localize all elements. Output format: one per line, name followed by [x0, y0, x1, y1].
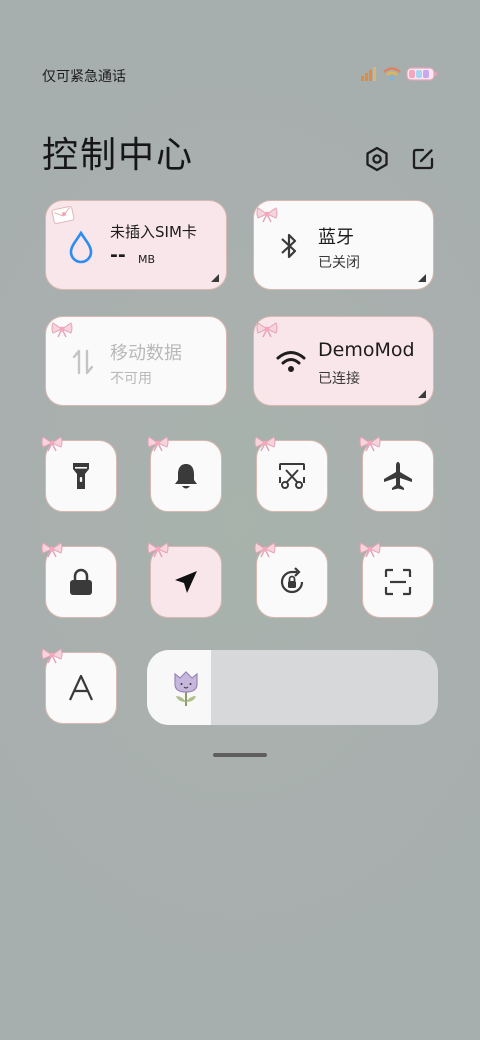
- droplet-icon: [64, 229, 98, 265]
- bow-sticker-icon: [40, 646, 64, 664]
- edit-button[interactable]: [408, 144, 438, 174]
- bow-sticker-icon: [255, 320, 279, 338]
- status-icons: [360, 66, 438, 82]
- location-arrow-icon: [175, 571, 197, 593]
- brightness-slider[interactable]: [147, 650, 438, 725]
- expand-corner-icon: [418, 274, 426, 282]
- battery-icon: [406, 67, 437, 81]
- wifi-status: 已连接: [318, 371, 360, 387]
- bluetooth-title: 蓝牙: [318, 227, 354, 248]
- data-usage-value: --: [110, 244, 126, 266]
- mobile-data-title: 移动数据: [110, 343, 182, 364]
- rotation-lock-icon: [280, 567, 304, 594]
- envelope-sticker-icon: [51, 205, 75, 225]
- wifi-card[interactable]: DemoMod 已连接: [253, 316, 434, 406]
- bow-sticker-icon: [40, 434, 64, 452]
- expand-corner-icon: [418, 390, 426, 398]
- data-transfer-icon: [68, 345, 98, 379]
- settings-button[interactable]: [362, 144, 392, 174]
- signal-icon: [361, 67, 376, 81]
- settings-hex-icon: [366, 146, 388, 172]
- wifi-icon: [274, 347, 308, 377]
- bow-sticker-icon: [255, 205, 279, 223]
- scan-icon: [384, 568, 412, 596]
- airplane-icon: [384, 462, 412, 490]
- bow-sticker-icon: [146, 540, 170, 558]
- flashlight-icon: [73, 463, 89, 489]
- sim-data-card[interactable]: 未插入SIM卡 -- MB: [45, 200, 227, 290]
- sim-status-text: 未插入SIM卡: [110, 223, 197, 241]
- status-carrier-text: 仅可紧急通话: [42, 69, 126, 85]
- page-title: 控制中心: [42, 135, 195, 176]
- bluetooth-status: 已关闭: [318, 255, 360, 271]
- mobile-data-status: 不可用: [110, 371, 152, 387]
- bow-sticker-icon: [253, 540, 277, 558]
- bow-sticker-icon: [40, 540, 64, 558]
- wifi-icon: [383, 67, 401, 81]
- wifi-network-name: DemoMod: [318, 339, 415, 361]
- bow-sticker-icon: [358, 540, 382, 558]
- expand-corner-icon: [211, 274, 219, 282]
- bluetooth-card[interactable]: 蓝牙 已关闭: [253, 200, 434, 290]
- bluetooth-icon: [274, 229, 304, 263]
- bow-sticker-icon: [146, 434, 170, 452]
- bow-sticker-icon: [50, 320, 74, 338]
- data-usage-unit: MB: [138, 253, 156, 266]
- lock-icon: [70, 568, 92, 595]
- bow-sticker-icon: [358, 434, 382, 452]
- bow-sticker-icon: [253, 434, 277, 452]
- scissors-screenshot-icon: [279, 463, 305, 489]
- edit-icon: [412, 148, 434, 170]
- drag-handle[interactable]: [213, 753, 267, 757]
- bell-icon: [175, 464, 197, 489]
- font-a-icon: [69, 674, 93, 701]
- tulip-icon: [174, 671, 198, 706]
